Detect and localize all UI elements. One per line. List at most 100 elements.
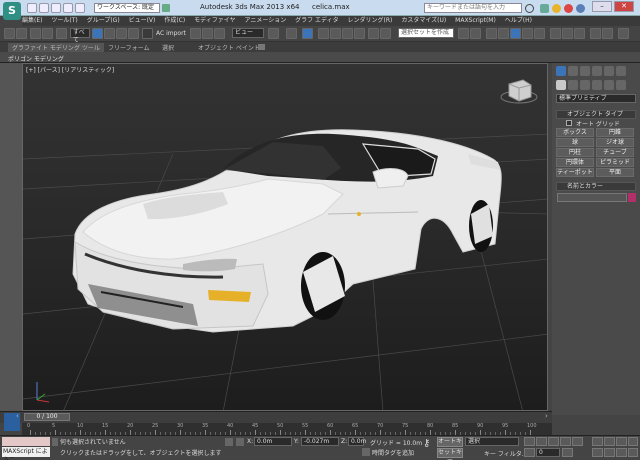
render-setup-icon[interactable]	[550, 28, 561, 39]
close-button[interactable]: ✕	[614, 1, 634, 12]
pan-view-icon[interactable]	[604, 448, 615, 457]
material-editor-icon[interactable]	[534, 28, 545, 39]
geosphere-button[interactable]: ジオ球	[596, 138, 634, 147]
favorites-icon[interactable]	[564, 4, 573, 13]
render-iterative-icon[interactable]	[590, 28, 601, 39]
z-coordinate-field[interactable]: 0.0m	[348, 437, 366, 446]
new-file-icon[interactable]	[27, 3, 37, 13]
menu-rendering[interactable]: レンダリング(R)	[348, 16, 393, 26]
current-frame-field[interactable]: 0	[536, 448, 560, 457]
search-input[interactable]: キーワードまたは語句を入力	[424, 3, 522, 13]
graphite-toggle-icon[interactable]	[498, 28, 509, 39]
cone-button[interactable]: 円錐	[596, 128, 634, 137]
minimize-button[interactable]: –	[592, 1, 612, 12]
teapot-button[interactable]: ティーポット	[556, 168, 594, 177]
time-slider[interactable]: 0 / 100	[24, 413, 70, 421]
link-icon[interactable]	[30, 28, 41, 39]
bind-space-warp-icon[interactable]	[56, 28, 67, 39]
object-color-swatch[interactable]	[628, 193, 636, 202]
percent-snap-icon[interactable]	[342, 28, 353, 39]
menu-animation[interactable]: アニメーション	[244, 16, 286, 26]
cameras-icon[interactable]	[592, 80, 602, 90]
select-object-icon[interactable]	[92, 28, 103, 39]
menu-graph-editors[interactable]: グラフ エディタ	[295, 16, 339, 26]
undo-icon[interactable]	[63, 3, 73, 13]
create-tab-icon[interactable]	[556, 66, 566, 76]
cylinder-button[interactable]: 円柱	[556, 148, 594, 157]
field-of-view-icon[interactable]	[592, 448, 603, 457]
named-selection-set-dropdown[interactable]: 選択セットを作成	[398, 28, 454, 38]
edit-named-selection-icon[interactable]	[368, 28, 379, 39]
hierarchy-tab-icon[interactable]	[580, 66, 590, 76]
menu-maxscript[interactable]: MAXScript(M)	[455, 16, 496, 26]
go-to-end-icon[interactable]	[572, 437, 583, 446]
maximize-viewport-icon[interactable]	[628, 448, 638, 457]
zoom-icon[interactable]	[592, 437, 603, 446]
key-mode-icon[interactable]	[524, 448, 535, 457]
time-config-icon[interactable]	[562, 448, 573, 457]
rendered-frame-window-icon[interactable]	[562, 28, 573, 39]
selection-lock-icon[interactable]	[52, 438, 58, 446]
set-key-button[interactable]: セットキー	[437, 448, 463, 460]
menu-edit[interactable]: 編集(E)	[22, 16, 42, 26]
ac-import-icon[interactable]	[142, 28, 153, 39]
polygon-modeling-label[interactable]: ポリゴン モデリング	[8, 54, 64, 63]
spinner-snap-icon[interactable]	[354, 28, 365, 39]
plane-button[interactable]: 平面	[596, 168, 634, 177]
workspace-dropdown[interactable]: ワークスペース: 既定	[94, 3, 160, 13]
open-file-icon[interactable]	[39, 3, 49, 13]
time-tag-icon[interactable]	[362, 448, 370, 456]
utilities-tab-icon[interactable]	[616, 66, 626, 76]
window-crossing-icon[interactable]	[128, 28, 139, 39]
menu-help[interactable]: ヘルプ(H)	[505, 16, 532, 26]
render-online-icon[interactable]	[618, 28, 629, 39]
box-button[interactable]: ボックス	[556, 128, 594, 137]
menu-group[interactable]: グループ(G)	[87, 16, 120, 26]
torus-button[interactable]: 円環体	[556, 158, 594, 167]
pivot-center-icon[interactable]	[268, 28, 279, 39]
ribbon-tab-graphite[interactable]: グラファイト モデリング ツール	[8, 43, 104, 52]
ribbon-collapse-icon[interactable]	[258, 44, 265, 50]
display-tab-icon[interactable]	[604, 66, 614, 76]
helpers-icon[interactable]	[604, 80, 614, 90]
motion-tab-icon[interactable]	[592, 66, 602, 76]
select-by-name-icon[interactable]	[104, 28, 115, 39]
prev-key-icon[interactable]	[536, 437, 547, 446]
render-production-icon[interactable]	[574, 28, 585, 39]
activeshade-icon[interactable]	[602, 28, 613, 39]
keyboard-shortcut-override-icon[interactable]	[302, 28, 313, 39]
menu-modifiers[interactable]: モディファイヤ	[194, 16, 235, 26]
key-selection-dropdown[interactable]: 選択	[465, 437, 519, 446]
key-filters-button[interactable]: キー フィルタ...	[484, 449, 528, 458]
sphere-button[interactable]: 球	[556, 138, 594, 147]
modify-tab-icon[interactable]	[568, 66, 578, 76]
zoom-all-icon[interactable]	[604, 437, 615, 446]
search-icon[interactable]	[525, 4, 534, 13]
next-frame-icon[interactable]: ›	[545, 413, 551, 421]
rectangle-selection-icon[interactable]	[116, 28, 127, 39]
project-folder-icon[interactable]	[162, 4, 170, 12]
save-file-icon[interactable]	[51, 3, 61, 13]
scale-icon[interactable]	[214, 28, 225, 39]
redo-icon[interactable]	[75, 3, 85, 13]
go-to-start-icon[interactable]	[524, 437, 535, 446]
move-icon[interactable]	[190, 28, 201, 39]
ribbon-tab-selection[interactable]: 選択	[162, 43, 174, 52]
subscription-icon[interactable]	[540, 4, 549, 13]
select-manipulate-icon[interactable]	[286, 28, 297, 39]
zoom-extents-icon[interactable]	[616, 437, 627, 446]
reference-coordinate-dropdown[interactable]: ビュー	[232, 28, 264, 38]
angle-snap-icon[interactable]	[330, 28, 341, 39]
layer-manager-icon[interactable]	[486, 28, 497, 39]
schematic-view-icon[interactable]	[522, 28, 533, 39]
mirror-icon[interactable]	[380, 28, 391, 39]
object-name-input[interactable]	[557, 193, 627, 202]
name-color-rollout-header[interactable]: 名前とカラー	[556, 182, 636, 191]
maxscript-mini-listener[interactable]: MAXScript にようこ	[2, 447, 50, 460]
geometry-icon[interactable]	[556, 80, 566, 90]
pyramid-button[interactable]: ピラミッド	[596, 158, 634, 167]
add-time-tag-button[interactable]: 時間タグを追加	[372, 448, 414, 457]
align-icon[interactable]	[470, 28, 481, 39]
autogrid-checkbox[interactable]	[566, 120, 572, 126]
menu-customize[interactable]: カスタマイズ(U)	[401, 16, 446, 26]
